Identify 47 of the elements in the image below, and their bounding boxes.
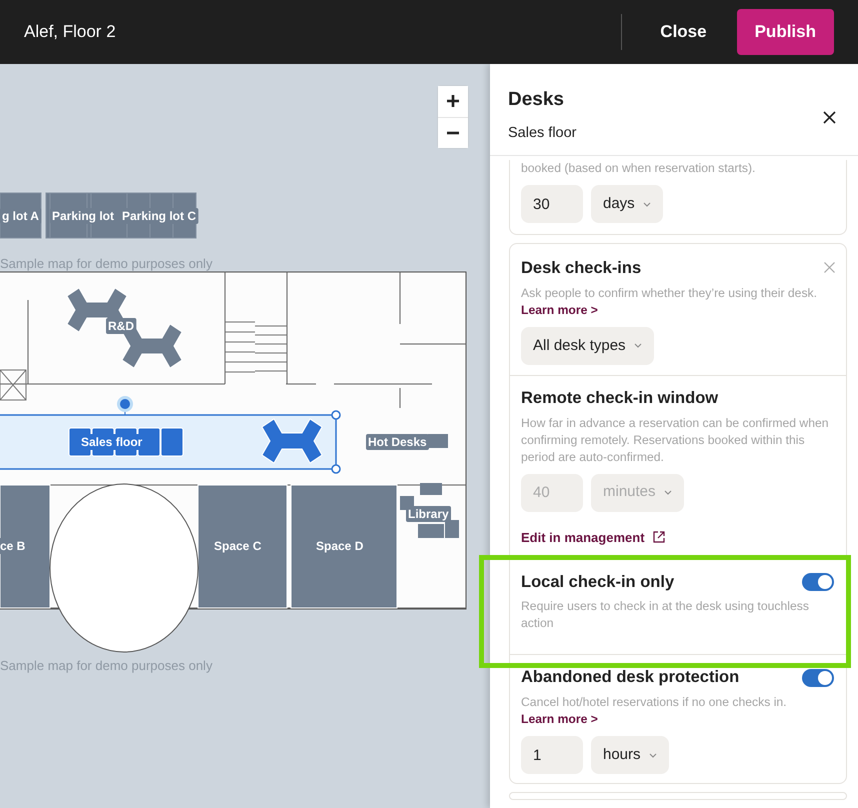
external-link-icon: [652, 531, 665, 544]
chevron-icon: [642, 202, 651, 206]
description-text: booked (based on when reservation starts).: [521, 160, 756, 177]
chevron-icon: [634, 343, 642, 348]
room-label: R&D: [106, 318, 136, 334]
parking-lot-label: Parking lot: [50, 208, 116, 224]
toggle-switch[interactable]: [802, 572, 834, 591]
section-title: Desk check-ins: [521, 258, 642, 279]
description-text: How far in advance a reservation can be confirmed when confirming remotely. Reservations booked within this period are auto-confirmed.: [521, 414, 830, 466]
close-icon: [823, 111, 836, 124]
room-label: Space C: [212, 538, 264, 554]
watermark-text: Sample map for demo purposes only: [0, 256, 212, 271]
close-icon: [824, 262, 835, 274]
description-text: Cancel hot/hotel reservations if no one checks in. Learn more >: [521, 694, 788, 728]
desk-group-drawing: [400, 483, 459, 538]
close-button[interactable]: Close: [638, 11, 729, 53]
number-field[interactable]: 30: [521, 185, 583, 223]
description-text: Require users to check in at the desk using touchless action: [521, 598, 810, 632]
room-label: ce B: [0, 538, 28, 554]
watermark-text: Sample map for demo purposes only: [0, 658, 212, 673]
toggle-switch[interactable]: [802, 668, 834, 687]
room-label: Sales floor: [79, 434, 145, 450]
room-label: Space D: [314, 538, 366, 554]
number-field[interactable]: 1: [521, 736, 583, 774]
parking-lot-label: Parking lot C: [120, 208, 198, 224]
unit-dropdown[interactable]: days: [591, 185, 663, 223]
zoom-out-button[interactable]: [438, 117, 468, 148]
unit-dropdown[interactable]: hours: [591, 736, 669, 774]
publish-button[interactable]: Publish: [736, 9, 834, 55]
floor-title: Alef, Floor 2: [24, 21, 116, 44]
description-text: Ask people to confirm whether they’re using their desk. Learn more >: [521, 284, 818, 319]
desk-type-dropdown[interactable]: All desk types: [521, 326, 654, 365]
section-title: Remote check-in window: [521, 388, 718, 409]
learn-more-link[interactable]: Learn more >: [521, 302, 598, 317]
chevron-icon: [664, 490, 672, 495]
section-title: Abandoned desk protection: [521, 667, 740, 688]
chevron-icon: [648, 752, 657, 758]
learn-more-link[interactable]: Learn more >: [521, 712, 598, 726]
room-label: Hot Desks: [366, 434, 430, 450]
desk-cluster-drawing: [261, 418, 323, 464]
panel-subtitle: Sales floor: [508, 124, 577, 142]
room-label: Library: [406, 506, 451, 522]
section-title: Local check-in only: [521, 572, 674, 592]
minus-icon: [446, 130, 460, 135]
plus-icon: [446, 94, 460, 108]
panel-title: Desks: [508, 88, 565, 112]
parking-lot-label: g lot A: [0, 208, 42, 224]
